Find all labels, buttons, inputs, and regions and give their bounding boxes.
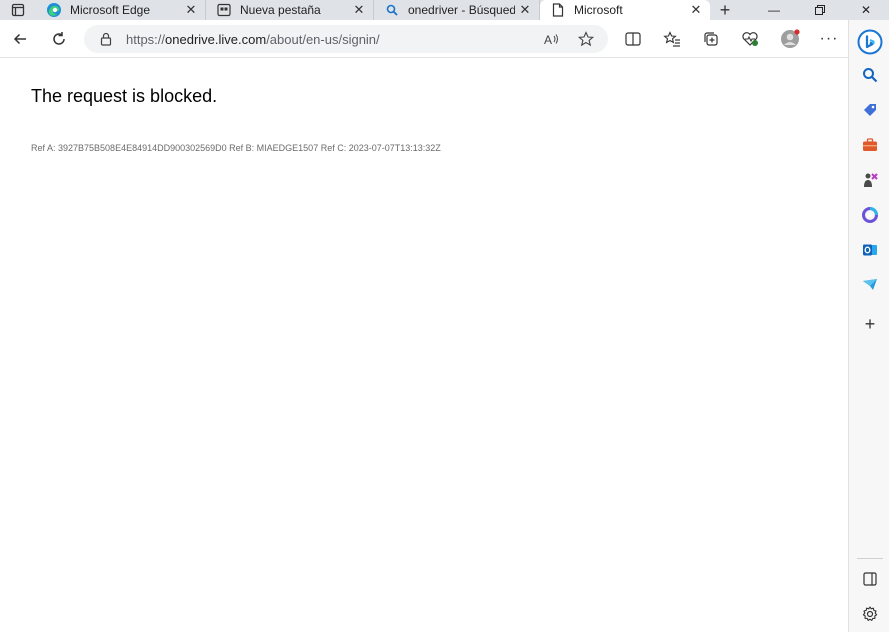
tab-title: Microsoft Edge [70,3,151,17]
navigation-toolbar: https://onedrive.live.com/about/en-us/si… [0,20,889,58]
collections-button[interactable] [697,25,725,53]
tab-microsoft-edge[interactable]: Microsoft Edge ✕ [36,0,206,20]
shopping-tag-icon [864,104,876,116]
edge-icon [44,0,64,20]
sidebar-divider [857,558,883,559]
address-bar[interactable]: https://onedrive.live.com/about/en-us/si… [84,25,608,53]
profile-button[interactable] [776,25,804,53]
close-tab-icon[interactable]: ✕ [349,0,369,20]
sidebar-shopping-button[interactable] [857,97,883,123]
url-host: onedrive.live.com [165,31,267,47]
tools-briefcase-icon [863,138,877,151]
drop-icon [863,279,877,290]
collections-icon [704,32,718,46]
bing-chat-button[interactable] [856,28,884,56]
sidebar-microsoft365-button[interactable] [857,202,883,228]
tab-actions-icon [11,3,25,17]
more-options-icon: ··· [819,30,839,47]
lock-icon[interactable] [92,25,120,53]
tab-title: Microsoft [574,3,623,17]
url-path: /about/en-us/signin/ [266,31,380,47]
sidebar-settings-button[interactable] [857,601,883,627]
new-tab-button[interactable]: + [712,0,738,20]
new-tab-page-icon [214,0,234,20]
tab-microsoft[interactable]: Microsoft ✕ [540,0,710,20]
split-screen-button[interactable] [619,25,647,53]
settings-more-button[interactable]: ··· [815,25,843,53]
reference-info: Ref A: 3927B75B508E4E84914DD900302569D0 … [31,143,441,153]
close-window-button[interactable]: ✕ [843,0,889,20]
minimize-button[interactable]: — [751,0,797,20]
minimize-icon: — [768,3,780,17]
avatar [781,29,800,48]
back-button[interactable] [6,25,34,53]
favorite-star-icon[interactable] [572,25,600,53]
bing-chat-icon [857,29,883,55]
hide-sidebar-button[interactable] [857,566,883,592]
page-icon [548,0,568,20]
search-icon [382,0,402,20]
close-tab-icon[interactable]: ✕ [686,0,706,20]
page-content: The request is blocked. Ref A: 3927B75B5… [0,58,848,632]
close-tab-icon[interactable]: ✕ [181,0,201,20]
back-arrow-icon [13,33,26,45]
favorites-button[interactable] [658,25,686,53]
svg-text:A: A [544,33,552,46]
split-screen-icon [625,32,641,46]
games-icon [864,173,878,187]
browser-essentials-icon [742,32,758,46]
restore-button[interactable] [797,0,843,20]
tab-title: Nueva pestaña [240,3,321,17]
add-icon: + [864,313,876,334]
read-aloud-icon[interactable]: A [538,25,566,53]
tab-strip: Microsoft Edge ✕ Nueva pestaña ✕ onedriv… [0,0,889,20]
sidebar-toggle-icon [863,572,877,586]
restore-icon [815,5,825,15]
sidebar-add-button[interactable]: + [857,311,883,337]
outlook-icon [863,244,877,256]
sidebar-tools-button[interactable] [857,132,883,158]
page-title: The request is blocked. [31,86,218,106]
tab-nueva-pestana[interactable]: Nueva pestaña ✕ [206,0,374,20]
sidebar-games-button[interactable] [857,167,883,193]
refresh-button[interactable] [45,25,73,53]
tab-onedriver-busqueda[interactable]: onedriver - Búsqueda ✕ [374,0,540,20]
sidebar-outlook-button[interactable] [857,237,883,263]
sidebar-search-button[interactable] [857,62,883,88]
plus-icon: + [719,0,731,20]
url-text[interactable]: https://onedrive.live.com/about/en-us/si… [126,32,380,47]
window-controls: — ✕ [751,0,889,20]
sidebar-drop-button[interactable] [857,272,883,298]
search-icon [863,68,878,83]
url-scheme: https:// [126,31,166,47]
refresh-icon [53,32,65,45]
settings-icon [862,606,878,621]
close-icon: ✕ [860,3,872,17]
close-tab-icon[interactable]: ✕ [515,0,535,20]
edge-sidebar: + [848,20,889,632]
tab-actions-button[interactable] [0,0,36,20]
microsoft-365-icon [862,207,878,223]
browser-essentials-button[interactable] [736,25,764,53]
favorites-icon [663,31,680,47]
tab-title: onedriver - Búsqueda [408,3,515,17]
